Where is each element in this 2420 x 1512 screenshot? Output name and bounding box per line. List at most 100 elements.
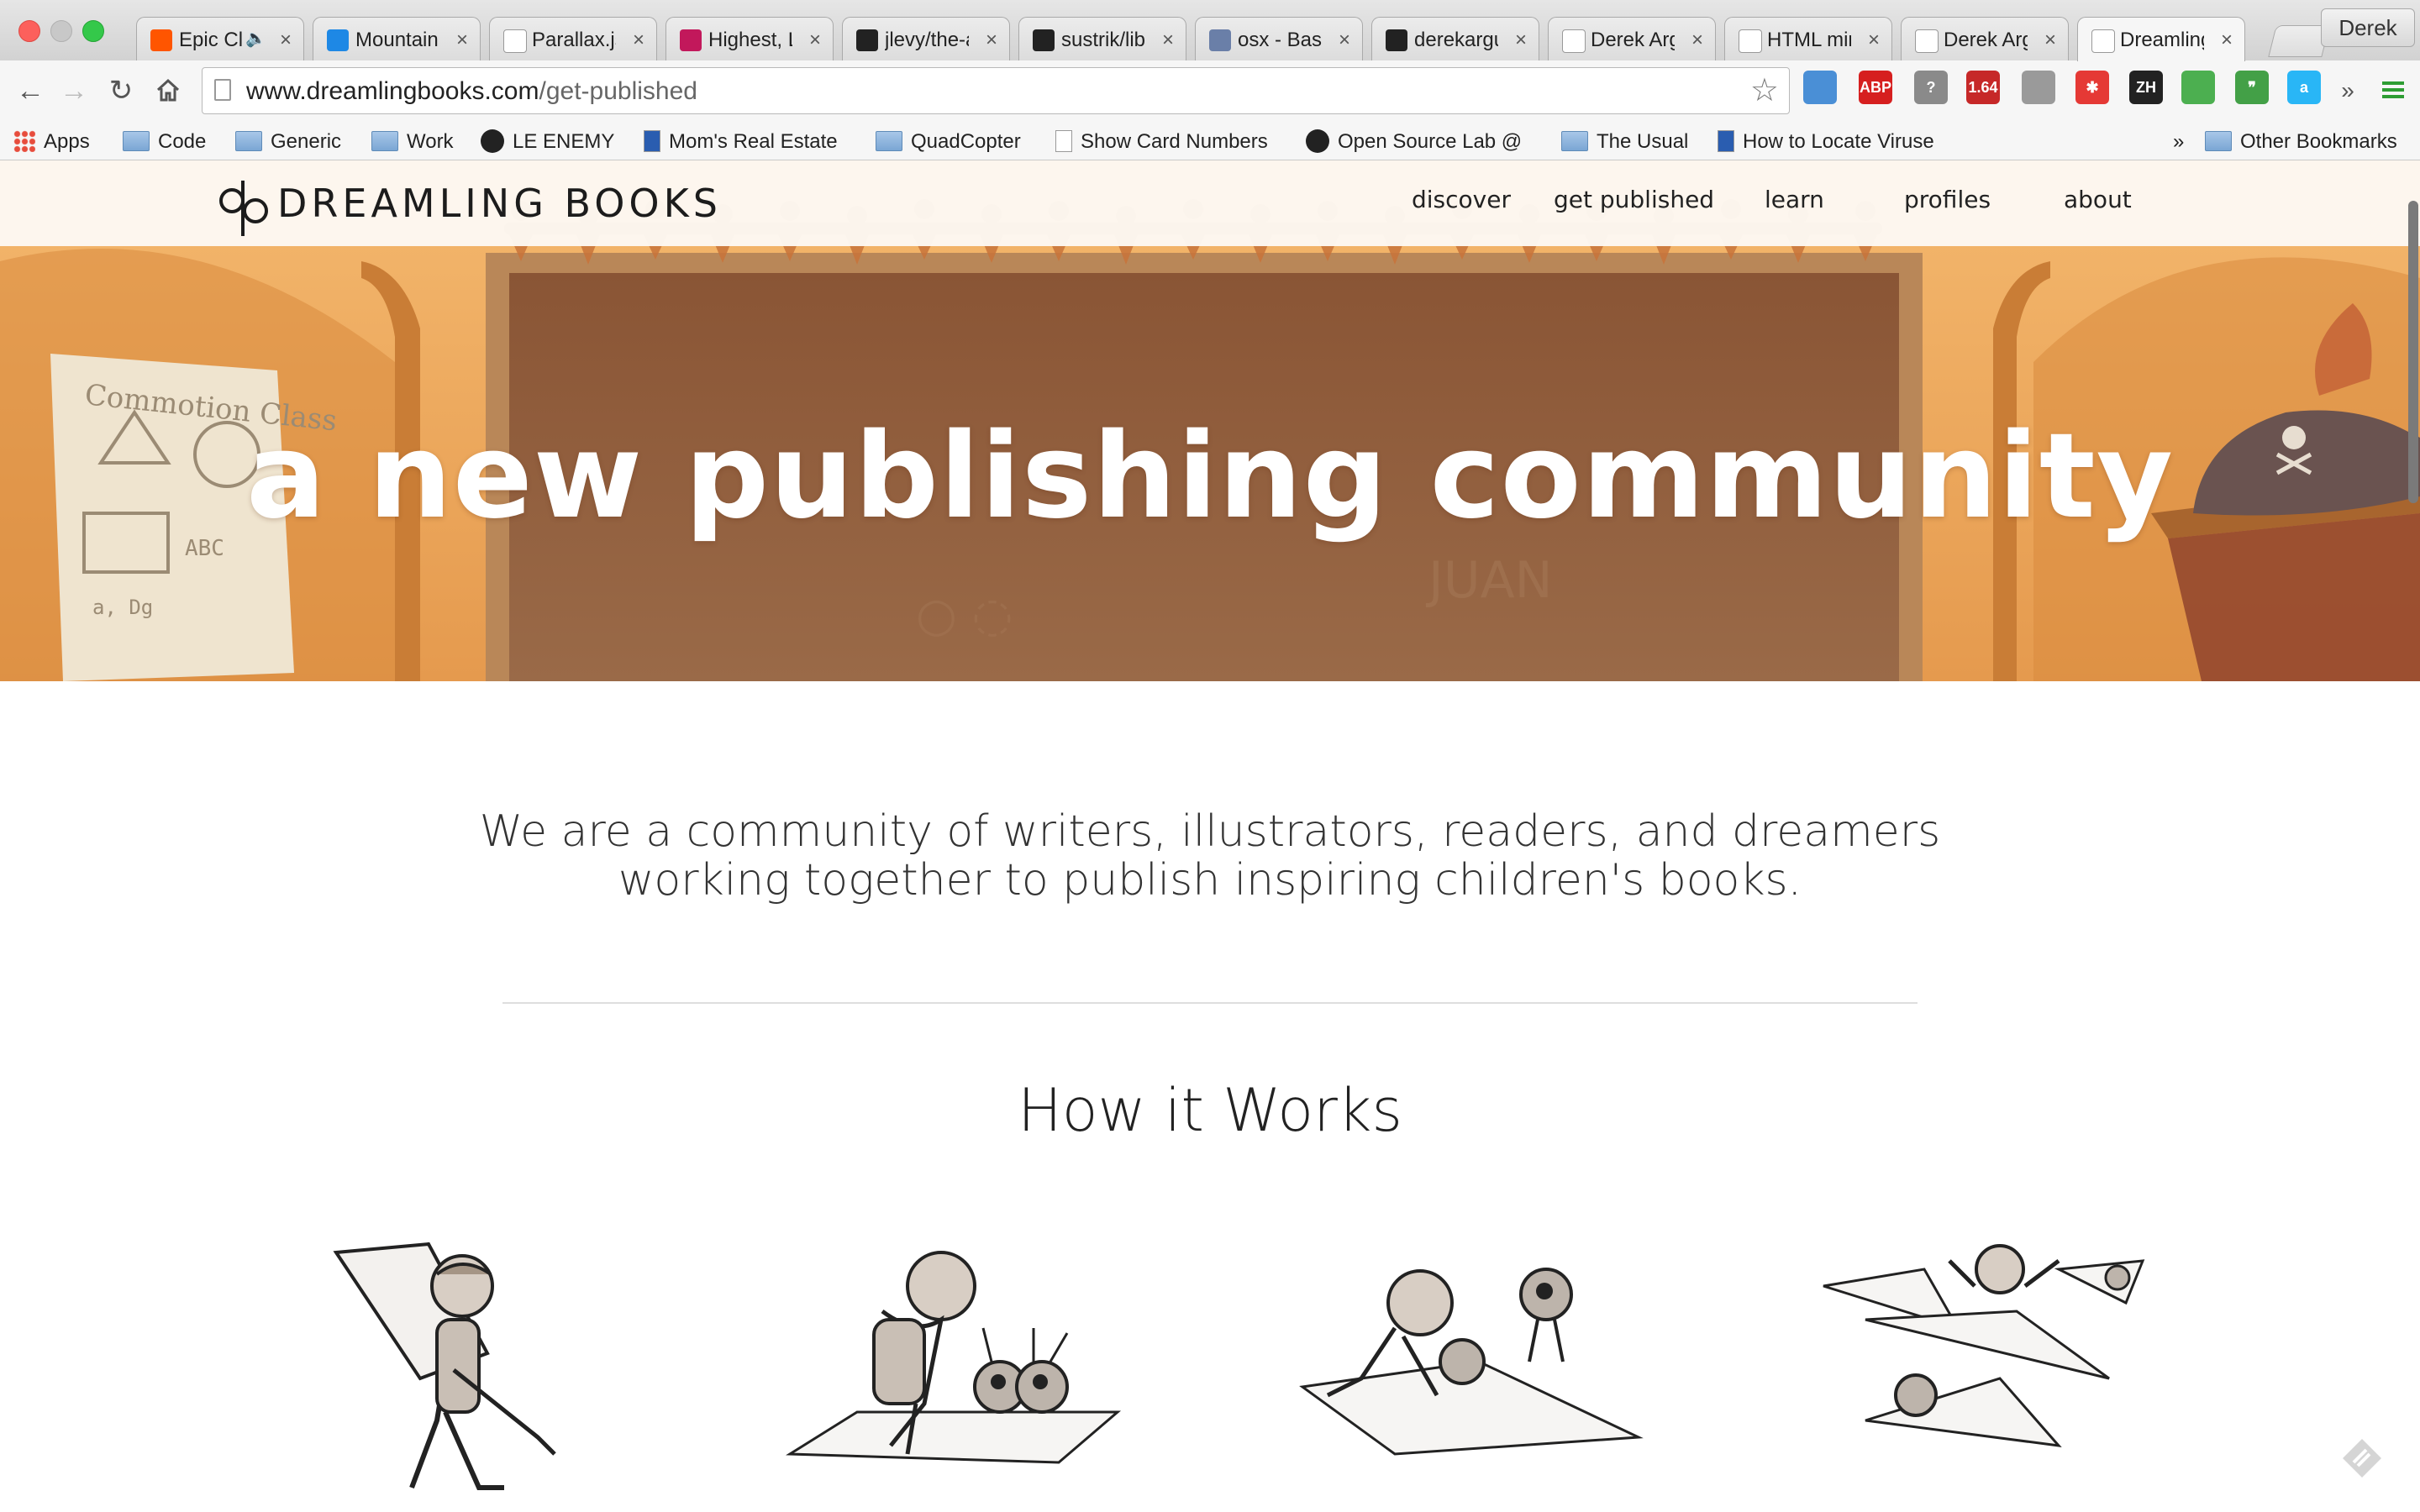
tab-close-icon[interactable]: × [2221, 28, 2233, 53]
tab-9[interactable]: Derek Arg × [1548, 17, 1716, 60]
address-bar[interactable]: www.dreamlingbooks.com/get-published ☆ [202, 67, 1790, 114]
nav-about[interactable]: about [2064, 186, 2132, 213]
tab-close-icon[interactable]: × [2044, 28, 2056, 53]
tab-close-icon[interactable]: × [1339, 28, 1350, 53]
home-button[interactable] [150, 72, 187, 109]
forward-button[interactable]: → [55, 72, 92, 109]
web-page: JUAN ○ ◌ Commotion Class ABC a, Dg a new… [0, 160, 2420, 1512]
step-3-illustration [1299, 1268, 1644, 1456]
bookmarks-overflow-button[interactable]: » [2173, 124, 2184, 160]
screenshot-ext-icon[interactable] [1803, 71, 1837, 104]
folder-icon [876, 130, 902, 151]
dreamling-logo-icon [2091, 29, 2115, 53]
nav-get-published[interactable]: get published [1554, 186, 1714, 213]
extensions-overflow-button[interactable]: » [2329, 72, 2366, 109]
reload-icon: ↻ [108, 75, 134, 107]
github-icon [1306, 129, 1329, 153]
tab-3[interactable]: Parallax.js × [489, 17, 657, 60]
window-minimize-button[interactable] [50, 20, 72, 42]
other-bookmarks[interactable]: Other Bookmarks [2205, 124, 2397, 160]
folder-icon [1561, 130, 1588, 151]
apps-icon [13, 129, 35, 152]
bookmark-item[interactable]: QuadCopter [876, 124, 1021, 160]
dreamling-logo-icon [219, 181, 268, 236]
bookmark-item[interactable]: Show Card Numbers [1055, 124, 1268, 160]
tab-6[interactable]: sustrik/libr × [1018, 17, 1186, 60]
nav-learn[interactable]: learn [1765, 186, 1824, 213]
bookmark-item[interactable]: Apps [13, 124, 90, 160]
section-divider [502, 1002, 1918, 1004]
soundcloud-icon [150, 29, 172, 51]
folder-icon [2205, 130, 2232, 151]
reload-button[interactable]: ↻ [103, 72, 139, 109]
bookmark-item[interactable]: Generic [235, 124, 341, 160]
audio-playing-icon[interactable]: 🔈 [245, 28, 266, 49]
nav-profiles[interactable]: profiles [1904, 186, 1991, 213]
bookmark-item[interactable]: How to Locate Viruse [1718, 124, 1934, 160]
github-icon [1033, 29, 1055, 51]
profile-button[interactable]: Derek [2321, 8, 2415, 47]
tab-close-icon[interactable]: × [633, 28, 644, 53]
url-host: www.dreamlingbooks.com [246, 77, 539, 105]
bookmark-item[interactable]: LE ENEMY [481, 124, 614, 160]
nav-discover[interactable]: discover [1412, 186, 1511, 213]
feedback-widget-icon[interactable] [2341, 1437, 2383, 1479]
window-close-button[interactable] [18, 20, 40, 42]
tab-title: Highest, L [708, 29, 792, 51]
github-icon [481, 129, 504, 153]
tab-8[interactable]: derekargue × [1371, 17, 1539, 60]
tab-close-icon[interactable]: × [456, 28, 468, 53]
boomerang-ext-icon[interactable] [2022, 71, 2055, 104]
chrome-menu-button[interactable] [2375, 72, 2412, 109]
tab-5[interactable]: jlevy/the-a × [842, 17, 1010, 60]
bookmark-label: LE ENEMY [513, 130, 615, 153]
site-icon [1718, 129, 1734, 152]
site-header: DREAMLING BOOKS discover get published l… [0, 160, 2420, 246]
tab-close-icon[interactable]: × [280, 28, 292, 53]
tab-title: osx - Bash [1238, 29, 1322, 51]
zh-ext-icon[interactable]: ZH [2129, 71, 2163, 104]
tab-12[interactable]: Dreamling × [2077, 17, 2245, 61]
tab-4[interactable]: Highest, L × [666, 17, 834, 60]
folder-icon [371, 130, 398, 151]
svg-text:JUAN: JUAN [1425, 551, 1553, 610]
tab-title: derekargue [1414, 29, 1498, 51]
hangouts-ext-icon[interactable]: ❞ [2235, 71, 2269, 104]
flag-icon [680, 29, 702, 51]
tab-close-icon[interactable]: × [986, 28, 997, 53]
lastpass-ext-icon[interactable]: ✱ [2075, 71, 2109, 104]
tab-1[interactable]: Epic Cl 🔈 × [136, 17, 304, 60]
bookmark-item[interactable]: Open Source Lab @ [1306, 124, 1522, 160]
page-icon [503, 29, 527, 53]
tab-close-icon[interactable]: × [1515, 28, 1527, 53]
back-button[interactable]: ← [12, 72, 49, 109]
address-bar-url: www.dreamlingbooks.com/get-published [246, 76, 697, 107]
window-zoom-button[interactable] [82, 20, 104, 42]
page-icon [1739, 29, 1762, 53]
tab-close-icon[interactable]: × [1691, 28, 1703, 53]
tab-title: Mountainh [355, 29, 439, 51]
tab-title: HTML min [1767, 29, 1851, 51]
bookmark-item[interactable]: Mom's Real Estate [644, 124, 838, 160]
amazon-assistant-icon[interactable]: a [2287, 71, 2321, 104]
speed-meter-icon[interactable]: 1.64 [1966, 71, 2000, 104]
scale-ext-icon[interactable]: ? [1914, 71, 1948, 104]
svg-text:○ ◌: ○ ◌ [916, 588, 1013, 643]
tab-close-icon[interactable]: × [1868, 28, 1880, 53]
hero-title: a new publishing community [245, 408, 2175, 545]
tab-10[interactable]: HTML min × [1724, 17, 1892, 60]
tab-7[interactable]: osx - Bash × [1195, 17, 1363, 60]
page-icon [1055, 129, 1072, 152]
tab-11[interactable]: Derek Arg × [1901, 17, 2069, 60]
page-scrollbar[interactable] [2408, 201, 2418, 503]
bookmark-item[interactable]: Work [371, 124, 454, 160]
bookmark-item[interactable]: Code [123, 124, 206, 160]
tab-close-icon[interactable]: × [1162, 28, 1174, 53]
bookmark-star-icon[interactable]: ☆ [1750, 73, 1779, 108]
adblock-plus-icon[interactable]: ABP [1859, 71, 1892, 104]
tab-2[interactable]: Mountainh × [313, 17, 481, 60]
tab-title: Dreamling [2120, 29, 2204, 51]
pushbullet-ext-icon[interactable] [2181, 71, 2215, 104]
bookmark-item[interactable]: The Usual [1561, 124, 1688, 160]
tab-close-icon[interactable]: × [809, 28, 821, 53]
